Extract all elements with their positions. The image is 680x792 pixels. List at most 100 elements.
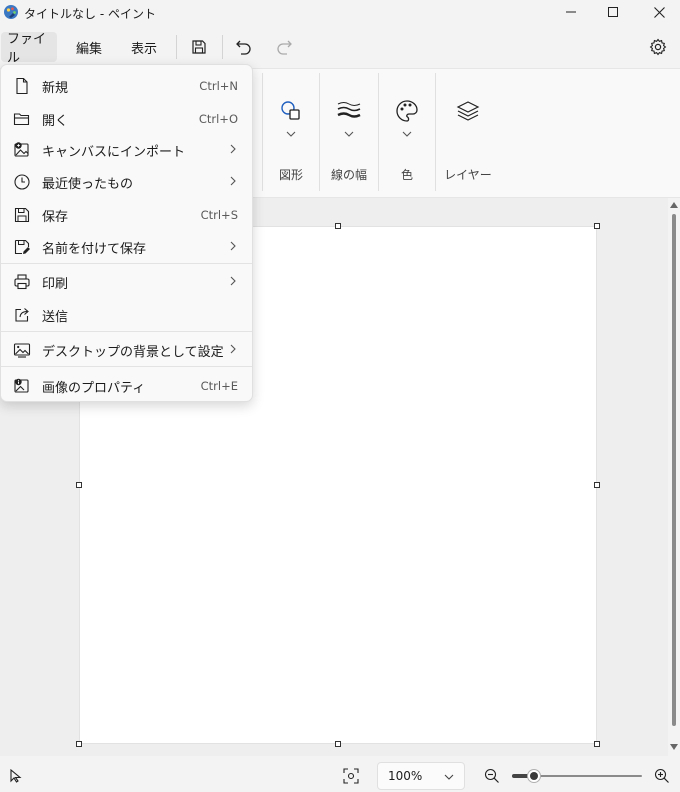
menu-item-label: デスクトップの背景として設定 (42, 345, 224, 360)
menu-item-label: キャンバスにインポート (42, 145, 186, 160)
resize-handle-left[interactable] (76, 482, 82, 488)
menu-item-label: 最近使ったもの (42, 177, 134, 192)
window-title: タイトルなし - ペイント (24, 7, 156, 21)
file-menu-open[interactable]: 開く Ctrl+O (1, 102, 252, 134)
close-button[interactable] (636, 0, 680, 24)
menu-item-shortcut: Ctrl+O (198, 112, 238, 126)
quick-save-button[interactable] (188, 36, 210, 58)
resize-handle-bottom[interactable] (335, 741, 341, 747)
scroll-up-icon[interactable] (670, 202, 678, 208)
menu-item-shortcut: Ctrl+N (199, 79, 238, 93)
file-menu-recent[interactable]: 最近使ったもの (1, 165, 252, 197)
menu-item-label: 画像のプロパティ (42, 381, 146, 396)
line-width-group[interactable]: 線の幅 (320, 69, 378, 195)
share-icon (15, 308, 29, 322)
new-file-icon (16, 77, 28, 95)
file-menu-send[interactable]: 送信 (1, 298, 252, 330)
file-menu-save[interactable]: 保存 Ctrl+S (1, 198, 252, 230)
open-folder-icon (13, 113, 30, 126)
line-width-label: 線の幅 (330, 168, 367, 182)
vertical-scrollbar[interactable] (668, 198, 680, 756)
save-icon (192, 40, 206, 54)
chevron-down-icon (444, 774, 454, 780)
resize-handle-top[interactable] (335, 223, 341, 229)
scroll-thumb[interactable] (672, 214, 676, 726)
undo-button[interactable] (233, 36, 255, 58)
resize-handle-right[interactable] (594, 482, 600, 488)
menu-edit[interactable]: 編集 (70, 32, 108, 62)
chevron-right-icon (230, 344, 236, 354)
settings-button[interactable] (646, 36, 670, 58)
menu-item-shortcut: Ctrl+E (200, 379, 238, 393)
menu-item-label: 保存 (42, 210, 69, 225)
file-menu-print[interactable]: 印刷 (1, 265, 252, 297)
zoom-value: 100% (388, 769, 423, 783)
file-menu-set-as-desktop-background[interactable]: デスクトップの背景として設定 (1, 333, 252, 365)
clock-icon (14, 174, 30, 190)
file-menu-save-as[interactable]: 名前を付けて保存 (1, 230, 252, 262)
resize-handle-bottom-left[interactable] (76, 741, 82, 747)
menu-separator (1, 263, 252, 264)
menu-item-shortcut: Ctrl+S (200, 208, 238, 222)
import-image-icon (14, 142, 29, 157)
file-menu-image-properties[interactable]: 画像のプロパティ Ctrl+E (1, 369, 252, 401)
file-menu-new[interactable]: 新規 Ctrl+N (1, 69, 252, 101)
shapes-icon (281, 101, 300, 120)
image-properties-icon (14, 378, 29, 393)
shapes-group[interactable]: 図形 (263, 69, 319, 195)
menu-file[interactable]: ファイル (1, 32, 57, 66)
undo-icon (236, 40, 251, 55)
menu-item-label: 開く (42, 114, 69, 129)
minimize-icon (566, 11, 576, 13)
zoom-dropdown[interactable]: 100% (377, 762, 465, 790)
menu-item-label: 送信 (42, 310, 69, 325)
title-bar: タイトルなし - ペイント (0, 0, 680, 26)
scroll-down-icon[interactable] (670, 744, 678, 750)
resize-handle-top-right[interactable] (594, 223, 600, 229)
zoom-in-icon[interactable] (654, 768, 670, 784)
file-menu-dropdown: 新規 Ctrl+N 開く Ctrl+O キャンバスにインポート 最近使ったもの (0, 64, 253, 402)
chevron-down-icon (286, 131, 296, 137)
line-width-icon (337, 102, 361, 118)
palette-icon (396, 100, 418, 122)
chevron-down-icon (344, 131, 354, 137)
menu-separator (176, 35, 177, 59)
menu-view[interactable]: 表示 (125, 32, 163, 62)
file-menu-import-to-canvas[interactable]: キャンバスにインポート (1, 133, 252, 165)
gear-icon (649, 38, 667, 56)
close-icon (653, 6, 665, 18)
zoom-slider-thumb[interactable] (527, 769, 542, 783)
menu-item-label: 印刷 (42, 277, 69, 292)
menu-separator (1, 331, 252, 332)
zoom-out-icon[interactable] (484, 768, 500, 784)
printer-icon (14, 274, 30, 290)
maximize-icon (608, 7, 618, 17)
minimize-button[interactable] (548, 0, 594, 24)
color-group[interactable]: 色 (379, 69, 435, 195)
chevron-right-icon (230, 276, 236, 286)
maximize-button[interactable] (590, 0, 636, 24)
save-icon (14, 207, 30, 223)
layers-icon (456, 101, 480, 121)
menu-item-label: 新規 (42, 81, 69, 96)
menu-item-label: 名前を付けて保存 (42, 242, 147, 257)
chevron-right-icon (230, 176, 236, 186)
fit-to-window-icon[interactable] (343, 768, 359, 784)
desktop-background-icon (13, 343, 31, 358)
status-bar: 100% (0, 758, 680, 792)
chevron-down-icon (402, 131, 412, 137)
redo-icon (277, 40, 292, 55)
resize-handle-bottom-right[interactable] (594, 741, 600, 747)
layers-group[interactable]: レイヤー (436, 69, 500, 195)
pointer-icon (10, 769, 22, 783)
layers-label: レイヤー (444, 168, 492, 182)
shapes-label: 図形 (278, 168, 303, 182)
menu-separator (1, 366, 252, 367)
redo-button[interactable] (273, 36, 295, 58)
color-label: 色 (400, 168, 413, 182)
paint-app-icon (4, 5, 18, 19)
menu-bar: ファイル 編集 表示 (0, 28, 680, 66)
chevron-right-icon (230, 241, 236, 251)
save-as-icon (14, 239, 30, 255)
chevron-right-icon (230, 144, 236, 154)
